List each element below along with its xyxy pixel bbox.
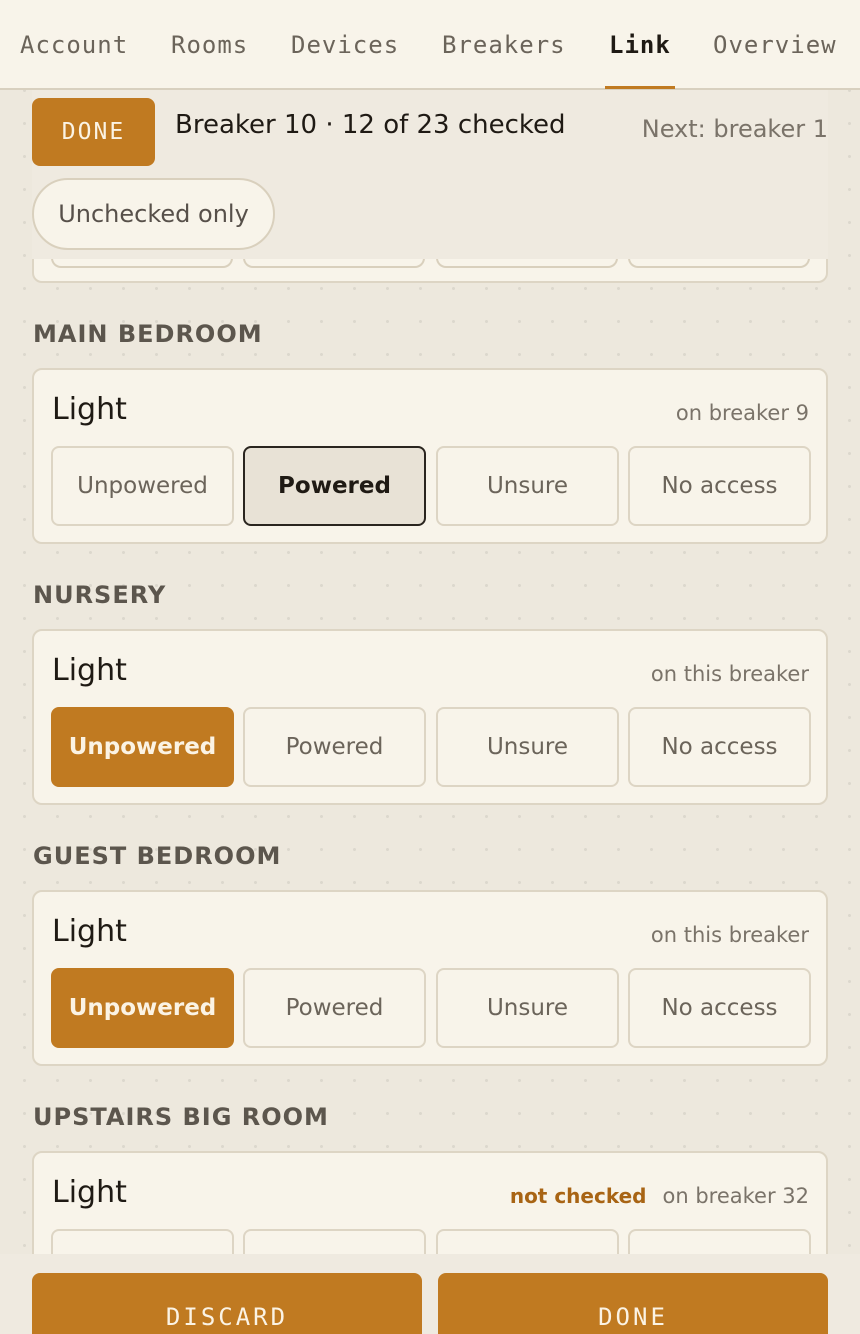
device-name: Light xyxy=(52,653,127,688)
tab-rooms[interactable]: Rooms xyxy=(171,0,248,88)
room-heading-nursery: NURSERY xyxy=(33,581,167,609)
bottom-action-bar: DISCARD DONE xyxy=(0,1254,860,1334)
option-no-access[interactable]: No access xyxy=(628,968,811,1048)
device-card: Light on this breaker Unpowered Powered … xyxy=(32,629,828,805)
option-unpowered[interactable]: Unpowered xyxy=(51,446,234,526)
tab-devices[interactable]: Devices xyxy=(291,0,399,88)
device-name: Light xyxy=(52,1175,127,1210)
scroll-area[interactable]: MAIN BEDROOM Light on breaker 9 Unpowere… xyxy=(0,90,860,1254)
next-breaker-link[interactable]: Next: breaker 1 xyxy=(642,115,828,143)
unchecked-only-filter[interactable]: Unchecked only xyxy=(32,178,275,250)
device-name: Light xyxy=(52,914,127,949)
option-unsure[interactable]: Unsure xyxy=(436,707,619,787)
room-heading-main-bedroom: MAIN BEDROOM xyxy=(33,320,263,348)
option-unpowered[interactable]: Unpowered xyxy=(51,1229,234,1254)
progress-text: Breaker 10 · 12 of 23 checked xyxy=(175,110,566,140)
option-unpowered[interactable]: Unpowered xyxy=(51,707,234,787)
option-unsure[interactable]: Unsure xyxy=(436,968,619,1048)
breaker-info: on breaker 32 xyxy=(662,1184,810,1208)
option-powered[interactable]: Powered xyxy=(243,707,426,787)
breaker-progress-header: DONE Breaker 10 · 12 of 23 checked Next:… xyxy=(32,90,828,259)
tab-breakers[interactable]: Breakers xyxy=(442,0,566,88)
device-card: Light not checked on breaker 32 Unpowered… xyxy=(32,1151,828,1254)
option-powered[interactable]: Powered xyxy=(243,968,426,1048)
breaker-info: on this breaker xyxy=(650,662,809,686)
option-no-access[interactable]: No access xyxy=(628,446,811,526)
tab-link[interactable]: Link xyxy=(605,0,675,89)
option-powered[interactable]: Powered xyxy=(243,1229,426,1254)
option-powered[interactable]: Powered xyxy=(243,446,426,526)
option-no-access[interactable]: No access xyxy=(628,1229,811,1254)
tab-account[interactable]: Account xyxy=(20,0,128,88)
device-status-row: not checked on breaker 32 xyxy=(510,1184,809,1208)
breaker-info: on this breaker xyxy=(650,923,809,947)
done-badge[interactable]: DONE xyxy=(32,98,155,166)
not-checked-badge: not checked xyxy=(509,1184,647,1208)
done-button[interactable]: DONE xyxy=(438,1273,828,1334)
option-unsure[interactable]: Unsure xyxy=(436,1229,619,1254)
room-heading-upstairs-big-room: UPSTAIRS BIG ROOM xyxy=(33,1103,329,1131)
device-card: Light on breaker 9 Unpowered Powered Uns… xyxy=(32,368,828,544)
discard-button[interactable]: DISCARD xyxy=(32,1273,422,1334)
device-name: Light xyxy=(52,392,127,427)
device-card: Light on this breaker Unpowered Powered … xyxy=(32,890,828,1066)
option-unpowered[interactable]: Unpowered xyxy=(51,968,234,1048)
option-unsure[interactable]: Unsure xyxy=(436,446,619,526)
room-heading-guest-bedroom: GUEST BEDROOM xyxy=(33,842,282,870)
option-no-access[interactable]: No access xyxy=(628,707,811,787)
top-tab-bar: Account Rooms Devices Breakers Link Over… xyxy=(0,0,860,90)
tab-overview[interactable]: Overview xyxy=(713,0,837,88)
breaker-info: on breaker 9 xyxy=(675,401,809,425)
